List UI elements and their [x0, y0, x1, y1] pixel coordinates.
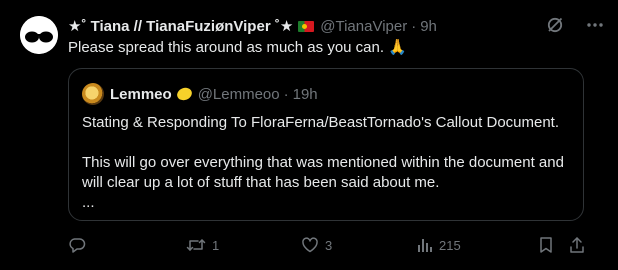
lemon-icon	[175, 85, 194, 103]
tweet[interactable]: ★˚ Tiana // TianaFuziønViper ˚★ @TianaVi…	[0, 0, 618, 270]
quoted-display-name[interactable]: Lemmeo	[110, 86, 172, 103]
quoted-timestamp[interactable]: 19h	[293, 86, 318, 103]
bookmark-button[interactable]	[538, 236, 554, 254]
views-count: 215	[439, 237, 461, 253]
reply-button[interactable]	[68, 236, 92, 254]
tweet-text: Please spread this around as much as you…	[68, 39, 407, 56]
quoted-avatar[interactable]	[82, 83, 104, 105]
portugal-flag-icon	[298, 20, 315, 32]
views-button[interactable]: 215	[417, 237, 461, 253]
retweet-button[interactable]: 1	[186, 236, 219, 254]
retweet-count: 1	[212, 237, 220, 253]
retweet-icon	[186, 236, 206, 254]
quoted-text-line-3: ...	[82, 194, 95, 211]
more-icon[interactable]	[586, 22, 604, 28]
bookmark-icon	[538, 236, 554, 254]
share-icon	[568, 236, 586, 254]
like-count: 3	[325, 237, 333, 253]
share-button[interactable]	[568, 236, 586, 254]
quoted-tweet-text: Stating & Responding To FloraFerna/Beast…	[82, 113, 572, 213]
grok-icon[interactable]	[546, 16, 564, 34]
quoted-text-line-2: This will go over everything that was me…	[82, 154, 564, 191]
handle[interactable]: @TianaViper	[320, 18, 407, 35]
avatar[interactable]	[20, 16, 58, 54]
heart-icon	[301, 236, 319, 254]
top-right-actions	[546, 16, 604, 34]
quoted-tweet[interactable]: Lemmeo @Lemmeoo · 19h Stating & Respondi…	[68, 68, 584, 221]
separator-dot: ·	[283, 85, 289, 103]
display-name[interactable]: ★˚ Tiana // TianaFuziønViper ˚★	[68, 17, 293, 35]
quoted-text-line-1: Stating & Responding To FloraFerna/Beast…	[82, 114, 560, 131]
tweet-header: ★˚ Tiana // TianaFuziønViper ˚★ @TianaVi…	[68, 16, 437, 36]
reply-icon	[68, 236, 86, 254]
quoted-handle[interactable]: @Lemmeoo	[198, 86, 280, 103]
action-bar: 1 3 215	[68, 234, 584, 256]
like-button[interactable]: 3	[301, 236, 332, 254]
views-icon	[417, 237, 433, 253]
quoted-tweet-header: Lemmeo @Lemmeoo · 19h	[82, 83, 318, 105]
timestamp[interactable]: 9h	[420, 18, 437, 35]
separator-dot: ·	[411, 17, 417, 35]
